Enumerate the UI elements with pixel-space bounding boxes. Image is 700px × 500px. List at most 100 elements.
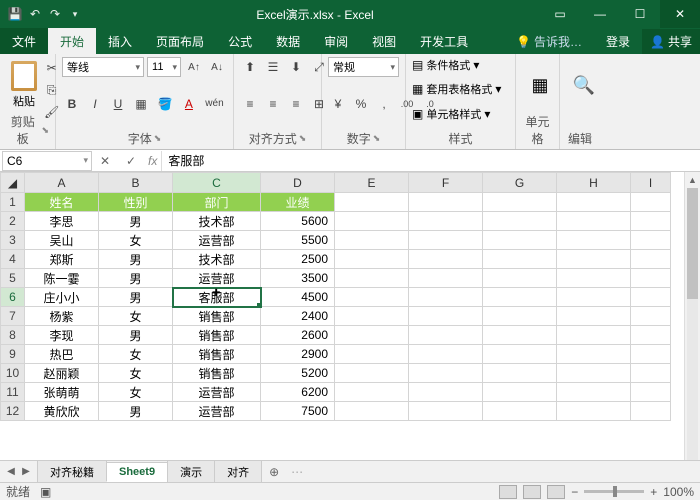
cell[interactable]: 女 — [99, 307, 173, 326]
cell[interactable] — [557, 345, 631, 364]
tab-developer[interactable]: 开发工具 — [408, 28, 480, 54]
cell[interactable]: 5200 — [261, 364, 335, 383]
cell[interactable] — [631, 231, 671, 250]
row-header[interactable]: 5 — [1, 269, 25, 288]
cell[interactable] — [409, 345, 483, 364]
italic-button[interactable]: I — [85, 94, 105, 114]
fx-icon[interactable]: fx — [144, 154, 161, 168]
cell[interactable]: 女 — [99, 383, 173, 402]
cell[interactable]: 2900 — [261, 345, 335, 364]
font-name-select[interactable]: 等线 — [62, 57, 144, 77]
cell[interactable] — [409, 288, 483, 307]
cell[interactable] — [557, 212, 631, 231]
cell[interactable] — [557, 288, 631, 307]
cell[interactable]: 运营部 — [173, 383, 261, 402]
cell[interactable] — [335, 269, 409, 288]
currency-icon[interactable]: ¥ — [328, 94, 348, 114]
cell[interactable] — [409, 231, 483, 250]
decrease-font-icon[interactable]: A↓ — [207, 57, 227, 77]
sheet-tab[interactable]: 对齐秘籍 — [37, 460, 107, 483]
clipboard-dialog-icon[interactable]: ⬊ — [41, 125, 49, 136]
maximize-button[interactable]: ☐ — [620, 0, 660, 28]
macro-record-icon[interactable]: ▣ — [40, 485, 51, 499]
ribbon-options-icon[interactable]: ▭ — [540, 0, 580, 28]
sheet-tab[interactable]: 演示 — [167, 460, 215, 483]
editing-button[interactable]: 🔍 — [566, 57, 602, 113]
cell[interactable] — [631, 212, 671, 231]
row-header[interactable]: 3 — [1, 231, 25, 250]
cell[interactable]: 3500 — [261, 269, 335, 288]
align-center-icon[interactable]: ≡ — [263, 94, 283, 114]
cell[interactable] — [631, 269, 671, 288]
cell[interactable] — [335, 250, 409, 269]
cell[interactable]: 运营部 — [173, 402, 261, 421]
cell[interactable] — [335, 402, 409, 421]
cell[interactable]: 性别 — [99, 193, 173, 212]
underline-button[interactable]: U — [108, 94, 128, 114]
cell[interactable]: 杨紫 — [25, 307, 99, 326]
cell[interactable]: 李思 — [25, 212, 99, 231]
cell[interactable]: 2400 — [261, 307, 335, 326]
cell[interactable] — [335, 383, 409, 402]
cell[interactable] — [409, 307, 483, 326]
cell[interactable]: 技术部 — [173, 250, 261, 269]
col-header[interactable]: E — [335, 173, 409, 193]
col-header[interactable]: D — [261, 173, 335, 193]
cell[interactable]: 5500 — [261, 231, 335, 250]
cell[interactable] — [483, 326, 557, 345]
cell[interactable] — [335, 231, 409, 250]
redo-icon[interactable]: ↷ — [46, 5, 64, 23]
worksheet-grid[interactable]: ◢ A B C D E F G H I 1 姓名 性别 部门 业绩 2李思男技术… — [0, 172, 700, 482]
cut-icon[interactable]: ✂ — [40, 58, 63, 78]
vertical-scrollbar[interactable]: ▲ ▼ — [684, 172, 700, 482]
tab-formulas[interactable]: 公式 — [216, 28, 264, 54]
cell[interactable] — [335, 326, 409, 345]
sheet-tab-active[interactable]: Sheet9 — [106, 462, 168, 482]
col-header[interactable]: G — [483, 173, 557, 193]
align-top-icon[interactable]: ⬆ — [240, 57, 260, 77]
cell[interactable]: 男 — [99, 326, 173, 345]
cell[interactable]: 女 — [99, 231, 173, 250]
cell[interactable]: 郑斯 — [25, 250, 99, 269]
cell[interactable]: 销售部 — [173, 364, 261, 383]
tab-review[interactable]: 审阅 — [312, 28, 360, 54]
cell[interactable] — [483, 345, 557, 364]
row-header[interactable]: 12 — [1, 402, 25, 421]
copy-icon[interactable]: ⎘ — [40, 80, 63, 100]
cell[interactable]: 销售部 — [173, 307, 261, 326]
cell[interactable] — [409, 326, 483, 345]
cell[interactable]: 7500 — [261, 402, 335, 421]
cell[interactable]: 销售部 — [173, 326, 261, 345]
scroll-track[interactable] — [687, 188, 698, 466]
number-dialog-icon[interactable]: ⬊ — [373, 133, 381, 144]
format-painter-icon[interactable]: 🖌 — [40, 102, 63, 122]
cell[interactable] — [483, 307, 557, 326]
scroll-up-icon[interactable]: ▲ — [685, 172, 700, 188]
undo-icon[interactable]: ↶ — [26, 5, 44, 23]
cell[interactable] — [557, 193, 631, 212]
cell[interactable] — [409, 402, 483, 421]
cell[interactable] — [335, 288, 409, 307]
cell[interactable] — [335, 345, 409, 364]
cell[interactable]: 李现 — [25, 326, 99, 345]
cell[interactable] — [483, 231, 557, 250]
cell[interactable]: 客服部 — [173, 288, 261, 307]
cell[interactable] — [335, 212, 409, 231]
select-all-corner[interactable]: ◢ — [1, 173, 25, 193]
cell[interactable]: 业绩 — [261, 193, 335, 212]
number-format-select[interactable]: 常规 — [328, 57, 399, 77]
phonetic-icon[interactable]: wén — [202, 94, 227, 114]
cell[interactable] — [483, 402, 557, 421]
cell[interactable]: 庄小小 — [25, 288, 99, 307]
bold-button[interactable]: B — [62, 94, 82, 114]
font-dialog-icon[interactable]: ⬊ — [154, 133, 162, 144]
cell[interactable]: 5600 — [261, 212, 335, 231]
cell[interactable] — [631, 288, 671, 307]
cell-styles-button[interactable]: ▣单元格样式▾ — [412, 106, 509, 122]
cell[interactable]: 运营部 — [173, 269, 261, 288]
row-header[interactable]: 10 — [1, 364, 25, 383]
increase-font-icon[interactable]: A↑ — [184, 57, 204, 77]
tab-insert[interactable]: 插入 — [96, 28, 144, 54]
cell[interactable]: 女 — [99, 345, 173, 364]
zoom-slider[interactable] — [584, 490, 644, 493]
